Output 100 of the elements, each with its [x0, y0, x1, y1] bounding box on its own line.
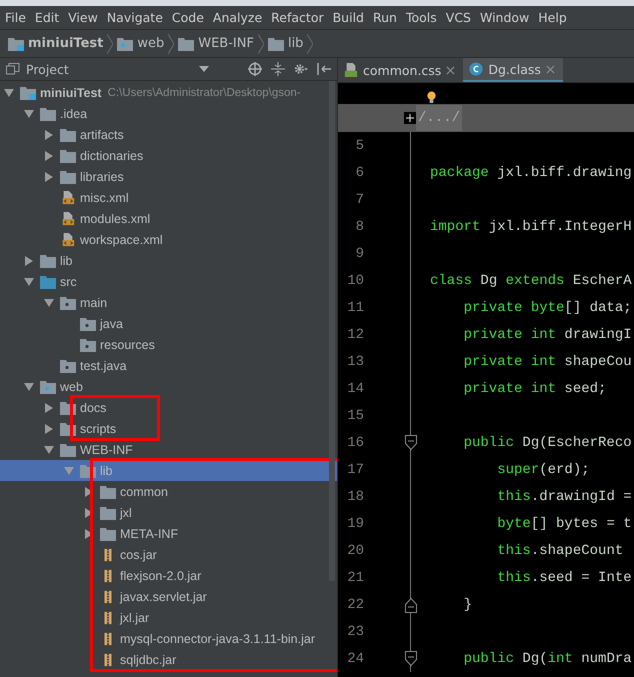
- fold-marker-icon[interactable]: [405, 434, 417, 450]
- line-number: 13: [346, 354, 364, 370]
- line-number: 18: [346, 488, 364, 504]
- tree-item[interactable]: workspace.xml: [0, 229, 337, 250]
- expand-arrow-icon[interactable]: [44, 424, 54, 434]
- code-line: public Dg(EscherReco: [462, 434, 632, 450]
- line-number: 12: [346, 326, 364, 342]
- menu-item[interactable]: Build: [332, 10, 364, 25]
- expand-arrow-icon[interactable]: [44, 130, 54, 140]
- line-number: 8: [354, 218, 364, 234]
- line-number: 17: [346, 462, 364, 478]
- expand-arrow-icon[interactable]: [44, 150, 54, 160]
- line-number: 11: [346, 300, 364, 316]
- scrollbar[interactable]: [329, 81, 335, 581]
- tree-item[interactable]: artifacts: [0, 124, 337, 145]
- tree-item[interactable]: mysql-connector-java-3.1.11-bin.jar: [0, 628, 337, 649]
- breadcrumb-item[interactable]: web: [117, 36, 164, 51]
- menu-item[interactable]: VCS: [446, 10, 471, 25]
- folder-icon: [100, 484, 116, 498]
- tree-item[interactable]: dictionaries: [0, 145, 337, 166]
- expand-arrow-icon[interactable]: [24, 276, 34, 286]
- code-line: class Dg extends EscherA: [430, 272, 632, 288]
- hide-panel-icon[interactable]: [317, 62, 331, 76]
- line-number: 6: [354, 164, 364, 180]
- breadcrumb-item[interactable]: miniuiTest: [8, 36, 104, 51]
- menu-item[interactable]: Refactor: [271, 10, 324, 25]
- menu-item[interactable]: Window: [480, 10, 530, 25]
- tree-item[interactable]: main: [0, 292, 337, 313]
- tree-item[interactable]: .idea: [0, 103, 337, 124]
- menu-item[interactable]: Analyze: [212, 10, 262, 25]
- expand-arrow-icon[interactable]: [4, 88, 14, 98]
- xml-file-icon: [60, 212, 76, 226]
- tree-item[interactable]: flexjson-2.0.jar: [0, 565, 337, 586]
- locate-icon[interactable]: [248, 62, 262, 76]
- collapse-all-icon[interactable]: [271, 62, 285, 76]
- fold-marker-icon[interactable]: [405, 596, 417, 612]
- expand-fold-icon[interactable]: [404, 112, 416, 124]
- menu-item[interactable]: Code: [172, 10, 204, 25]
- folder-icon: [60, 170, 76, 184]
- tree-item[interactable]: WEB-INF: [0, 439, 337, 460]
- code-line: this.shapeCount: [496, 542, 624, 558]
- expand-arrow-icon[interactable]: [24, 108, 34, 118]
- lightbulb-icon[interactable]: [426, 91, 437, 104]
- expand-arrow-icon[interactable]: [44, 172, 54, 182]
- expand-arrow-icon[interactable]: [44, 298, 54, 308]
- code-line: private int shapeCou: [462, 354, 632, 370]
- tree-item[interactable]: src: [0, 271, 337, 292]
- tree-item[interactable]: common: [0, 481, 337, 502]
- tree-item[interactable]: cos.jar: [0, 544, 337, 565]
- dropdown-caret-icon[interactable]: [199, 66, 209, 72]
- tree-item[interactable]: lib: [0, 250, 337, 271]
- fold-marker-icon[interactable]: [405, 650, 417, 666]
- tree-item[interactable]: modules.xml: [0, 208, 337, 229]
- folder-icon: [40, 106, 56, 120]
- tree-item[interactable]: jxl: [0, 502, 337, 523]
- breadcrumb-item[interactable]: lib: [268, 36, 304, 51]
- module-folder-icon: [20, 86, 36, 100]
- editor-tab[interactable]: common.css: [338, 58, 464, 82]
- menu-item[interactable]: Navigate: [106, 10, 163, 25]
- expand-arrow-icon[interactable]: [24, 382, 34, 392]
- expand-arrow-icon[interactable]: [44, 444, 54, 454]
- line-number: 10: [346, 272, 364, 288]
- tree-item[interactable]: resources: [0, 334, 337, 355]
- tree-item[interactable]: test.java: [0, 355, 337, 376]
- folder-icon: [40, 274, 56, 288]
- menu-item[interactable]: Help: [538, 10, 567, 25]
- tree-item[interactable]: web: [0, 376, 337, 397]
- folder-icon: [117, 36, 134, 50]
- menu-item[interactable]: File: [5, 10, 26, 25]
- folder-icon: [178, 36, 194, 50]
- menu-item[interactable]: Edit: [34, 10, 60, 25]
- close-icon[interactable]: [446, 66, 456, 74]
- panel-title[interactable]: Project: [6, 62, 190, 76]
- close-icon[interactable]: [546, 64, 555, 74]
- tree-item[interactable]: docs: [0, 397, 337, 418]
- folder-icon: [8, 36, 24, 50]
- menu-item[interactable]: Run: [373, 10, 397, 25]
- menu-item[interactable]: View: [68, 10, 98, 25]
- chevron-icon: [107, 34, 114, 54]
- expand-arrow-icon[interactable]: [24, 256, 34, 266]
- tree-item[interactable]: miniuiTest C:\Users\Administrator\Desktop\gson-: [0, 82, 337, 103]
- tree-item[interactable]: javax.servlet.jar: [0, 586, 337, 607]
- folder-icon: [268, 36, 284, 50]
- expand-arrow-icon[interactable]: [44, 402, 54, 412]
- settings-icon[interactable]: [294, 62, 308, 76]
- line-number: 20: [346, 542, 364, 558]
- tree-item[interactable]: scripts: [0, 418, 337, 439]
- tree-item[interactable]: java: [0, 313, 337, 334]
- tree-item[interactable]: misc.xml: [0, 187, 337, 208]
- line-number: 14: [346, 380, 364, 396]
- breadcrumb-item[interactable]: WEB-INF: [178, 36, 254, 51]
- editor-tab[interactable]: Dg.class: [463, 58, 563, 82]
- menu-item[interactable]: Tools: [406, 10, 437, 25]
- line-number: 22: [346, 596, 364, 612]
- tree-item[interactable]: jxl.jar: [0, 607, 337, 628]
- line-number: 21: [346, 570, 364, 586]
- tree-item[interactable]: sqljdbc.jar: [0, 649, 337, 670]
- xml-file-icon: [60, 190, 76, 204]
- tree-item[interactable]: libraries: [0, 166, 337, 187]
- tree-item[interactable]: META-INF: [0, 523, 337, 544]
